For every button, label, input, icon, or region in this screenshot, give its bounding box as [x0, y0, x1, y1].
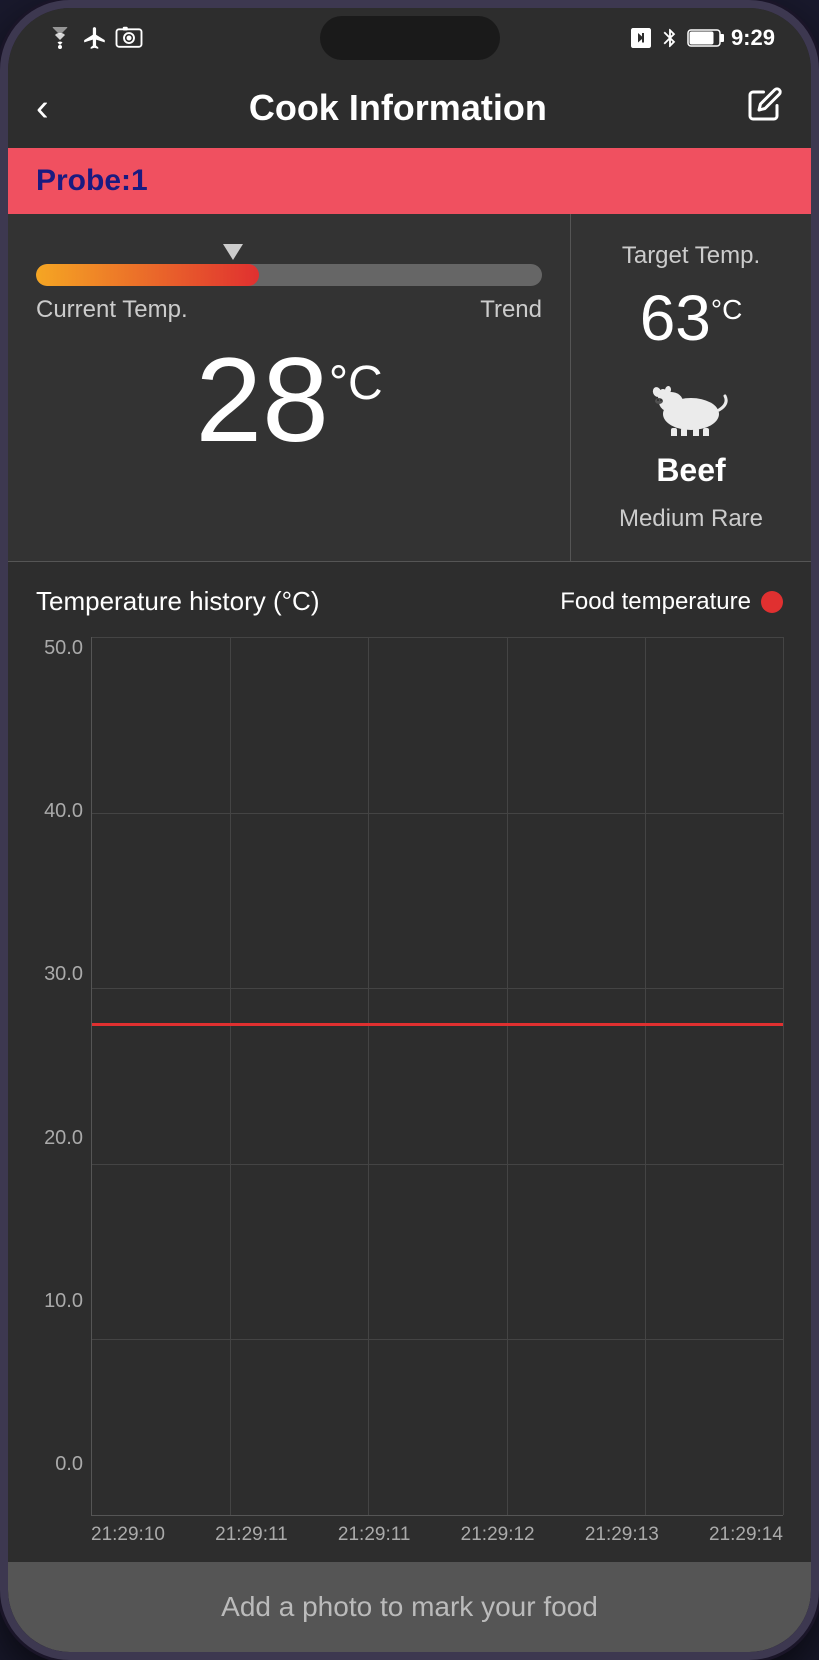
- add-photo-label: Add a photo to mark your food: [221, 1591, 598, 1623]
- info-area: Current Temp. Trend 28 °C Target Temp. 6…: [8, 214, 811, 562]
- food-name: Beef: [656, 452, 725, 489]
- food-style: Medium Rare: [619, 505, 763, 533]
- y-label-30: 30.0: [36, 963, 91, 986]
- page-title: Cook Information: [249, 87, 547, 129]
- grid-line-horizontal: [92, 637, 783, 638]
- cow-icon: [641, 366, 741, 436]
- notch: [320, 16, 500, 60]
- phone-frame: 9:29 ‹ Cook Information Probe:1: [0, 0, 819, 1660]
- chart-title: Temperature history (°C): [36, 586, 319, 617]
- current-temp-value: 28: [195, 340, 328, 460]
- target-temp-value: 63: [640, 286, 711, 350]
- progress-bar-fill: [36, 264, 259, 286]
- target-temperature: 63 °C: [640, 286, 743, 350]
- probe-label: Probe:1: [36, 164, 148, 198]
- grid-line-horizontal: [92, 1339, 783, 1340]
- right-panel: Target Temp. 63 °C: [571, 214, 811, 561]
- x-label-0: 21:29:10: [91, 1524, 165, 1546]
- chart-section: Temperature history (°C) Food temperatur…: [8, 562, 811, 1562]
- phone-screen: 9:29 ‹ Cook Information Probe:1: [8, 8, 811, 1652]
- chart-header: Temperature history (°C) Food temperatur…: [36, 586, 783, 617]
- trend-label: Trend: [480, 296, 542, 324]
- legend-text: Food temperature: [560, 588, 751, 616]
- y-label-50: 50.0: [36, 637, 91, 660]
- chart-body: 50.0 40.0 30.0 20.0 10.0 0.0: [36, 637, 783, 1516]
- x-label-4: 21:29:13: [585, 1524, 659, 1546]
- grid-line-horizontal: [92, 988, 783, 989]
- data-line-food-temp: [92, 1023, 783, 1026]
- bluetooth-icon: [659, 25, 681, 51]
- target-temp-unit: °C: [711, 296, 742, 324]
- y-label-40: 40.0: [36, 800, 91, 823]
- y-axis: 50.0 40.0 30.0 20.0 10.0 0.0: [36, 637, 91, 1516]
- header: ‹ Cook Information: [8, 68, 811, 148]
- grid-line-horizontal: [92, 813, 783, 814]
- y-label-20: 20.0: [36, 1127, 91, 1150]
- chart-legend: Food temperature: [560, 588, 783, 616]
- current-temp-unit: °C: [329, 360, 383, 408]
- progress-bar-background: [36, 264, 542, 286]
- battery-icon: [687, 28, 725, 48]
- back-button[interactable]: ‹: [36, 87, 49, 130]
- status-time: 9:29: [731, 25, 775, 51]
- grid-line-horizontal: [92, 1164, 783, 1165]
- current-temperature: 28 °C: [195, 340, 382, 460]
- x-label-1: 21:29:11: [215, 1524, 288, 1546]
- x-label-3: 21:29:12: [461, 1524, 535, 1546]
- chart-wrapper: 50.0 40.0 30.0 20.0 10.0 0.0 21:29:10: [36, 637, 783, 1546]
- grid-line-vertical: [507, 637, 508, 1515]
- probe-banner: Probe:1: [8, 148, 811, 214]
- x-label-2: 21:29:11: [338, 1524, 411, 1546]
- airplane-icon: [82, 25, 108, 51]
- legend-dot: [761, 591, 783, 613]
- target-temp-label: Target Temp.: [622, 242, 760, 270]
- current-temp-label: Current Temp.: [36, 296, 188, 324]
- grid-line-vertical: [783, 637, 784, 1515]
- x-axis: 21:29:10 21:29:11 21:29:11 21:29:12 21:2…: [36, 1524, 783, 1546]
- camera-badge-icon: [114, 23, 144, 53]
- edit-button[interactable]: [747, 86, 783, 130]
- nfc-icon: [629, 26, 653, 50]
- status-left: [44, 23, 144, 53]
- wifi-icon: [44, 27, 76, 49]
- chart-area: [91, 637, 783, 1516]
- progress-marker: [223, 244, 243, 260]
- grid-line-vertical: [230, 637, 231, 1515]
- status-right: 9:29: [629, 25, 775, 51]
- x-label-5: 21:29:14: [709, 1524, 783, 1546]
- progress-container: Current Temp. Trend: [36, 244, 542, 324]
- y-label-0: 0.0: [36, 1453, 91, 1476]
- bottom-bar[interactable]: Add a photo to mark your food: [8, 1562, 811, 1652]
- progress-indicator: [36, 244, 542, 260]
- y-label-10: 10.0: [36, 1290, 91, 1313]
- grid-line-vertical: [645, 637, 646, 1515]
- left-panel: Current Temp. Trend 28 °C: [8, 214, 571, 561]
- grid-line-vertical: [368, 637, 369, 1515]
- progress-labels: Current Temp. Trend: [36, 296, 542, 324]
